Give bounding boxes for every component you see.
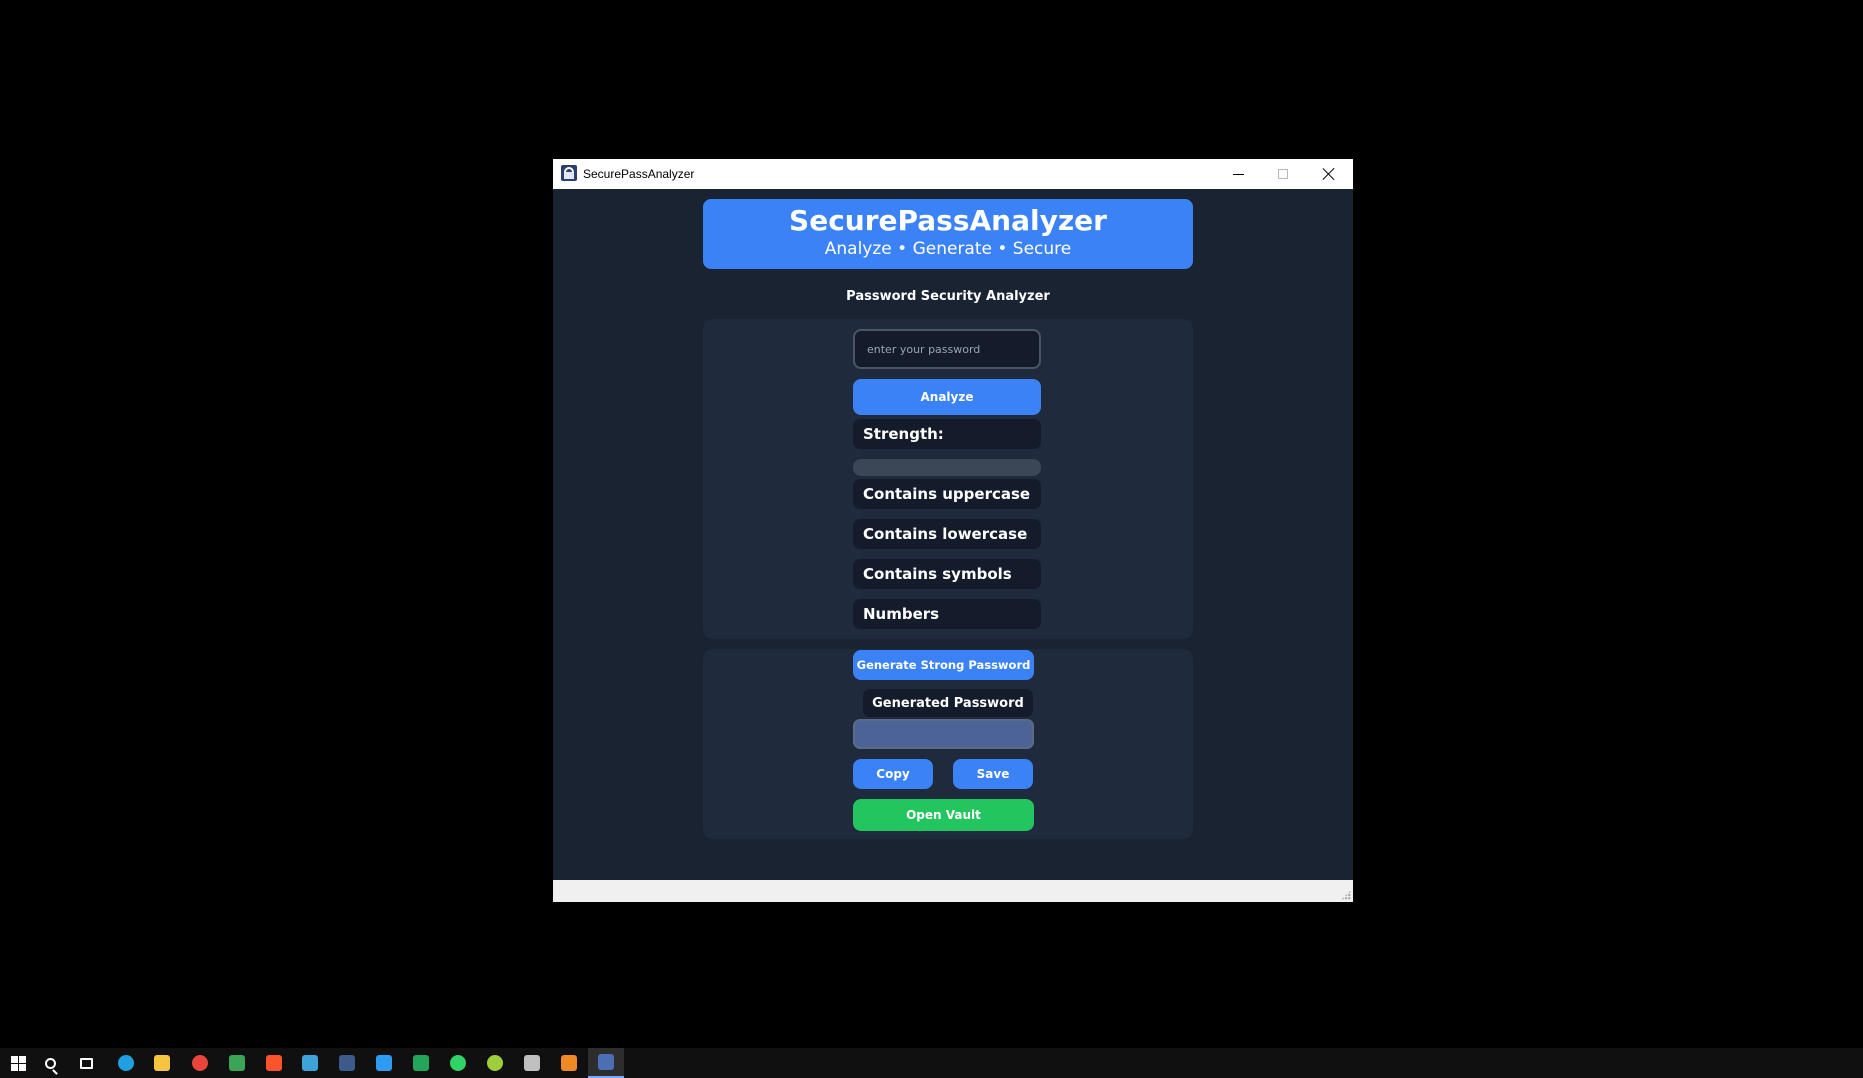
task-view-icon	[79, 1057, 93, 1069]
status-bar	[553, 880, 1353, 902]
chrome-icon	[192, 1055, 208, 1071]
taskbar	[0, 1048, 1863, 1078]
app-taskbar-button[interactable]	[329, 1048, 365, 1078]
check-uppercase: Contains uppercase	[853, 479, 1041, 509]
generated-password-label: Generated Password	[863, 689, 1033, 717]
minimize-button[interactable]	[1215, 159, 1261, 189]
start-icon	[10, 1055, 26, 1071]
task-view-taskbar-button[interactable]	[68, 1048, 104, 1078]
generator-panel: Generate Strong Password Generated Passw…	[703, 649, 1193, 839]
search-taskbar-button[interactable]	[32, 1048, 68, 1078]
resize-grip-icon[interactable]	[1341, 890, 1351, 900]
section-title: Password Security Analyzer	[846, 289, 1050, 304]
orange-app-icon	[561, 1055, 577, 1071]
window-title: SecurePassAnalyzer	[583, 167, 695, 181]
vs-installer-taskbar-button[interactable]	[292, 1048, 328, 1078]
qc-taskbar-button[interactable]	[403, 1048, 439, 1078]
generated-password-field[interactable]	[853, 719, 1034, 749]
securepass-taskbar-taskbar-button[interactable]	[588, 1048, 624, 1078]
app-subtitle: Analyze • Generate • Secure	[824, 239, 1072, 259]
database-taskbar-button[interactable]	[514, 1048, 550, 1078]
store-taskbar-button[interactable]	[219, 1048, 255, 1078]
app-content: SecurePassAnalyzer Analyze • Generate • …	[553, 189, 1353, 880]
app-window: SecurePassAnalyzer SecurePassAnalyzer An…	[553, 159, 1353, 902]
securepass-taskbar-icon	[598, 1054, 614, 1070]
green-app-icon	[487, 1055, 503, 1071]
file-explorer-taskbar-button[interactable]	[144, 1048, 180, 1078]
green-app-taskbar-button[interactable]	[477, 1048, 513, 1078]
minimize-icon	[1232, 173, 1244, 175]
strength-bar	[853, 459, 1041, 476]
analyzer-panel: Analyze Strength: Contains uppercase Con…	[703, 319, 1193, 639]
vscode-taskbar-button[interactable]	[366, 1048, 402, 1078]
app-title: SecurePassAnalyzer	[789, 204, 1107, 237]
password-input[interactable]	[853, 329, 1041, 369]
database-icon	[524, 1055, 540, 1071]
file-explorer-icon	[154, 1055, 170, 1071]
brave-taskbar-button[interactable]	[256, 1048, 292, 1078]
whatsapp-icon	[450, 1055, 466, 1071]
edge-taskbar-button[interactable]	[108, 1048, 144, 1078]
strength-label: Strength:	[853, 419, 1041, 449]
check-numbers: Numbers	[853, 599, 1041, 629]
store-icon	[229, 1055, 245, 1071]
edge-icon	[118, 1055, 134, 1071]
qc-icon	[413, 1055, 429, 1071]
check-lowercase: Contains lowercase	[853, 519, 1041, 549]
chrome-taskbar-button[interactable]	[182, 1048, 218, 1078]
vscode-icon	[376, 1055, 392, 1071]
maximize-icon	[1278, 169, 1288, 179]
app-icon	[339, 1055, 355, 1071]
check-symbols: Contains symbols	[853, 559, 1041, 589]
title-bar[interactable]: SecurePassAnalyzer	[553, 159, 1353, 189]
close-icon	[1322, 167, 1336, 181]
save-button[interactable]: Save	[953, 759, 1033, 789]
search-icon	[44, 1057, 56, 1069]
whatsapp-taskbar-button[interactable]	[440, 1048, 476, 1078]
brave-icon	[266, 1055, 282, 1071]
maximize-button[interactable]	[1260, 159, 1306, 189]
copy-button[interactable]: Copy	[853, 759, 933, 789]
start-taskbar-button[interactable]	[0, 1048, 36, 1078]
open-vault-button[interactable]: Open Vault	[853, 799, 1034, 831]
close-button[interactable]	[1306, 159, 1352, 189]
app-lock-icon	[561, 165, 577, 181]
header-banner: SecurePassAnalyzer Analyze • Generate • …	[703, 199, 1193, 269]
orange-app-taskbar-button[interactable]	[551, 1048, 587, 1078]
vs-installer-icon	[302, 1055, 318, 1071]
analyze-button[interactable]: Analyze	[853, 379, 1041, 415]
generate-password-button[interactable]: Generate Strong Password	[853, 650, 1034, 680]
